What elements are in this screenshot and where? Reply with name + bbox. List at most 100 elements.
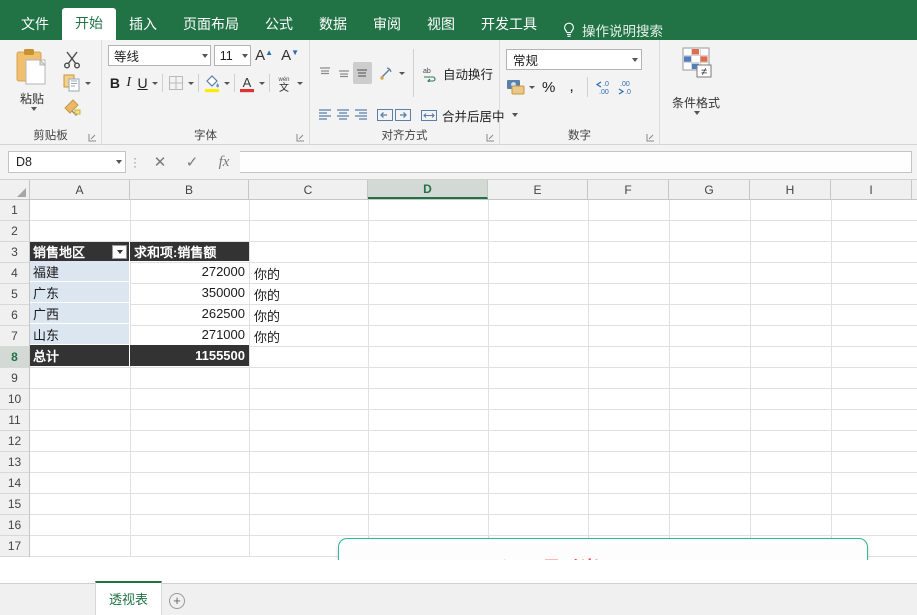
pivot-row[interactable]: 广东 350000	[30, 282, 249, 303]
percent-style-button[interactable]: %	[535, 79, 562, 96]
ribbon-tab-view[interactable]: 视图	[414, 9, 468, 40]
column-header-a[interactable]: A	[30, 180, 130, 199]
increase-font-size-button[interactable]: A▲	[251, 47, 277, 64]
row-header-1[interactable]: 1	[0, 200, 29, 221]
insert-function-button[interactable]: fx	[208, 151, 240, 173]
pivot-header-region-cell[interactable]: 销售地区	[30, 242, 130, 261]
conditional-format-button[interactable]: ≠	[675, 47, 717, 92]
align-center-button[interactable]	[334, 104, 352, 126]
decrease-font-size-button[interactable]: A▼	[277, 47, 303, 64]
pivot-cell-amount[interactable]: 272000	[130, 261, 249, 282]
pivot-row[interactable]: 广西 262500	[30, 303, 249, 324]
row-header-3[interactable]: 3	[0, 242, 29, 263]
column-header-h[interactable]: H	[750, 180, 831, 199]
cancel-entry-button[interactable]: ✕	[144, 151, 176, 173]
align-top-button[interactable]	[316, 62, 335, 84]
wrap-text-button[interactable]: ab 自动换行	[422, 64, 493, 83]
number-format-caret[interactable]	[632, 58, 638, 62]
font-name-caret[interactable]	[202, 54, 208, 58]
ribbon-tab-review[interactable]: 审阅	[360, 9, 414, 40]
name-box[interactable]: D8	[8, 151, 126, 173]
select-all-corner[interactable]	[0, 180, 30, 199]
row-header-5[interactable]: 5	[0, 284, 29, 305]
paste-button[interactable]: 粘贴	[6, 47, 58, 119]
ribbon-tab-data[interactable]: 数据	[306, 9, 360, 40]
clipboard-dialog-launcher[interactable]	[88, 133, 97, 142]
row-header-11[interactable]: 11	[0, 410, 29, 431]
italic-button[interactable]: I	[122, 72, 136, 94]
pivot-cell-region[interactable]: 广东	[30, 282, 130, 303]
comma-style-button[interactable]: ,	[562, 78, 580, 96]
alignment-dialog-launcher[interactable]	[486, 133, 495, 142]
tell-me-box[interactable]: 操作说明搜索	[550, 20, 663, 40]
conditional-format-caret[interactable]	[694, 111, 700, 115]
row-header-6[interactable]: 6	[0, 305, 29, 326]
phonetic-guide-caret[interactable]	[297, 82, 303, 85]
column-header-d[interactable]: D	[368, 180, 488, 199]
decrease-decimal-button[interactable]: .00 .0	[616, 78, 638, 96]
align-right-button[interactable]	[352, 104, 370, 126]
formula-input[interactable]	[240, 151, 912, 173]
pivot-cell-region[interactable]: 广西	[30, 303, 130, 324]
pivot-cell-amount[interactable]: 271000	[130, 324, 249, 345]
row-header-9[interactable]: 9	[0, 368, 29, 389]
align-middle-button[interactable]	[335, 62, 354, 84]
paste-dropdown-caret[interactable]	[31, 107, 37, 111]
font-color-caret[interactable]	[259, 82, 265, 85]
orientation-button[interactable]	[378, 62, 397, 84]
pivot-total-label[interactable]: 总计	[30, 345, 130, 366]
align-bottom-button[interactable]	[353, 62, 372, 84]
column-header-i[interactable]: I	[831, 180, 912, 199]
ribbon-tab-page-layout[interactable]: 页面布局	[170, 9, 252, 40]
font-name-input[interactable]: 等线	[108, 45, 211, 66]
font-size-caret[interactable]	[242, 54, 248, 58]
font-color-button[interactable]: A	[238, 74, 256, 93]
phonetic-guide-button[interactable]: wén 文	[274, 73, 294, 93]
ribbon-tab-formulas[interactable]: 公式	[252, 9, 306, 40]
pivot-cell-region[interactable]: 福建	[30, 261, 130, 282]
pivot-cell-amount[interactable]: 350000	[130, 282, 249, 303]
font-size-input[interactable]: 11	[214, 45, 251, 66]
underline-button[interactable]: U	[136, 72, 150, 94]
pivot-row[interactable]: 山东 271000	[30, 324, 249, 345]
row-header-7[interactable]: 7	[0, 326, 29, 347]
copy-dropdown-caret[interactable]	[85, 82, 91, 85]
underline-caret[interactable]	[152, 82, 158, 85]
confirm-entry-button[interactable]: ✓	[176, 151, 208, 173]
ribbon-tab-developer[interactable]: 开发工具	[468, 9, 550, 40]
pivot-cell-amount[interactable]: 262500	[130, 303, 249, 324]
pivot-total-amount[interactable]: 1155500	[130, 345, 249, 366]
row-header-15[interactable]: 15	[0, 494, 29, 515]
row-header-16[interactable]: 16	[0, 515, 29, 536]
row-header-17[interactable]: 17	[0, 536, 29, 557]
decrease-indent-button[interactable]	[376, 104, 394, 126]
row-header-8[interactable]: 8	[0, 347, 29, 368]
cell-c7[interactable]: 你的	[251, 326, 280, 347]
ribbon-tab-file[interactable]: 文件	[8, 9, 62, 40]
name-box-resize-handle[interactable]: ···	[126, 156, 144, 168]
cut-button[interactable]	[62, 48, 91, 70]
column-header-f[interactable]: F	[588, 180, 669, 199]
orientation-caret[interactable]	[399, 72, 405, 75]
row-header-2[interactable]: 2	[0, 221, 29, 242]
increase-indent-button[interactable]	[394, 104, 412, 126]
column-header-e[interactable]: E	[488, 180, 588, 199]
font-dialog-launcher[interactable]	[296, 133, 305, 142]
pivot-header-amount-cell[interactable]: 求和项:销售额	[130, 242, 249, 261]
cell-c5[interactable]: 你的	[251, 284, 280, 305]
copy-button[interactable]	[62, 72, 91, 94]
pivot-row[interactable]: 福建 272000	[30, 261, 249, 282]
column-header-b[interactable]: B	[130, 180, 249, 199]
fill-color-button[interactable]	[203, 74, 221, 93]
number-dialog-launcher[interactable]	[646, 133, 655, 142]
ribbon-tab-home[interactable]: 开始	[62, 8, 116, 40]
bold-button[interactable]: B	[108, 72, 122, 94]
pivot-cell-region[interactable]: 山东	[30, 324, 130, 345]
cell-c6[interactable]: 你的	[251, 305, 280, 326]
row-header-4[interactable]: 4	[0, 263, 29, 284]
column-header-g[interactable]: G	[669, 180, 750, 199]
row-header-13[interactable]: 13	[0, 452, 29, 473]
row-header-14[interactable]: 14	[0, 473, 29, 494]
row-header-12[interactable]: 12	[0, 431, 29, 452]
number-format-select[interactable]: 常规	[506, 49, 642, 70]
